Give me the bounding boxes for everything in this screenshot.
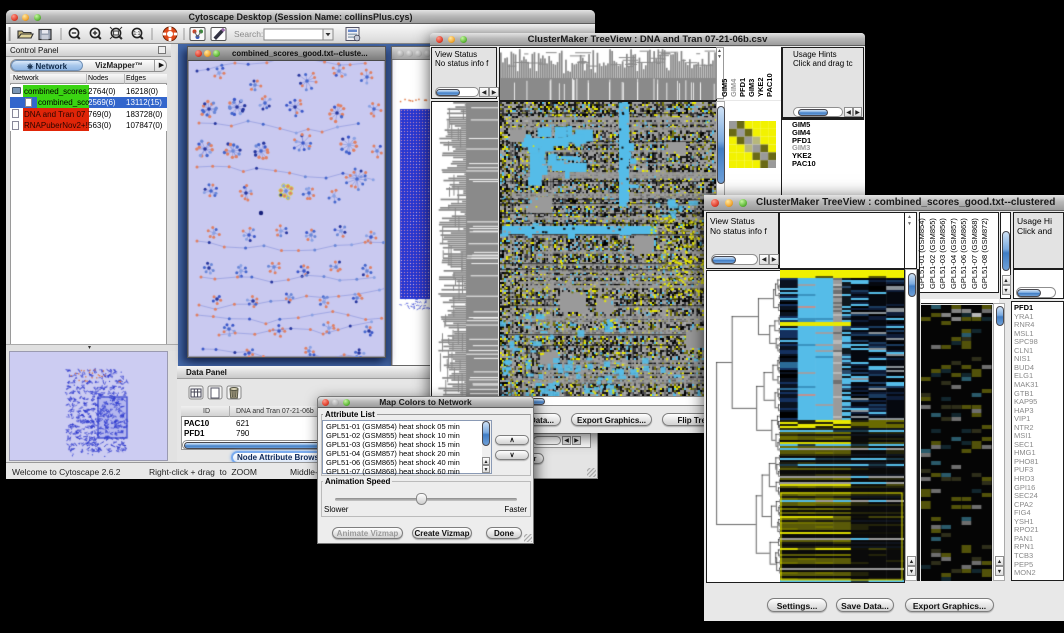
svg-text:1:1: 1:1 xyxy=(134,31,141,37)
svg-text:Search:: Search: xyxy=(234,29,263,39)
